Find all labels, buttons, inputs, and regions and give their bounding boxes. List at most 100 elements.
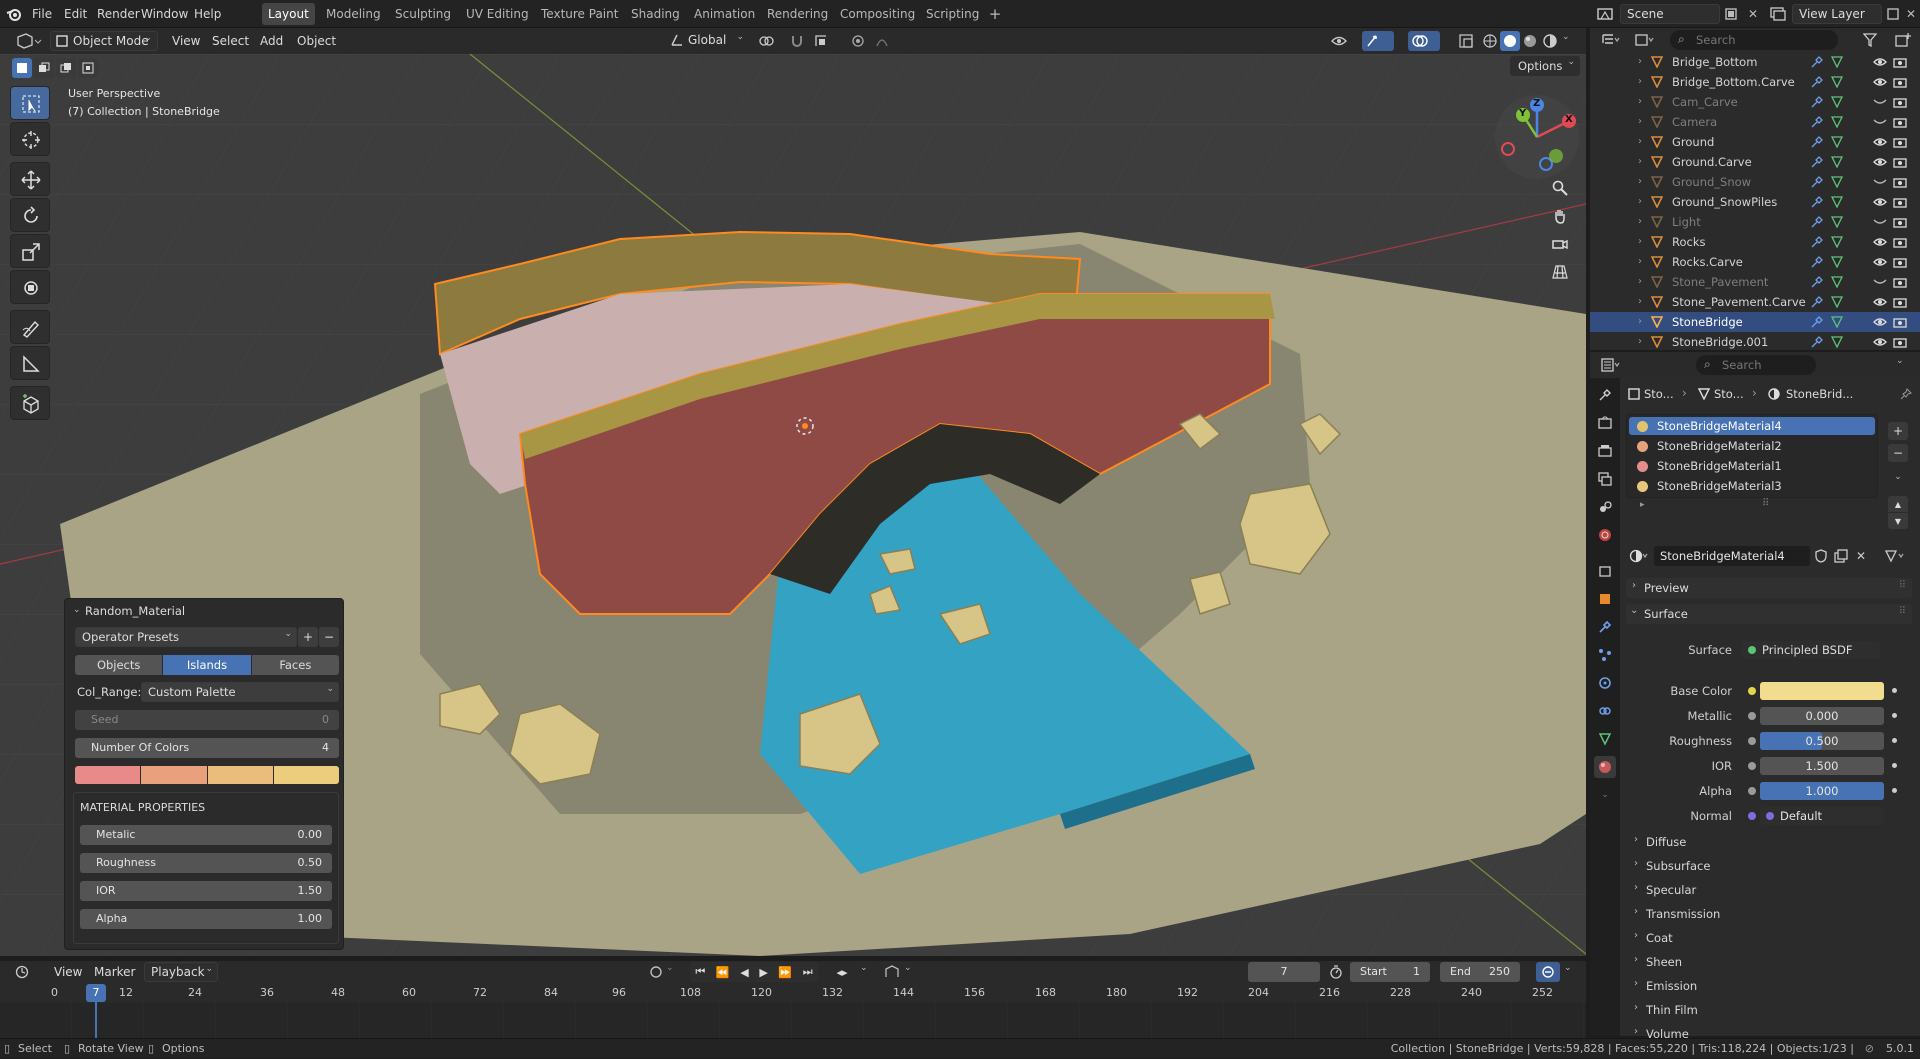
modifier-wrench-icon[interactable]	[1810, 95, 1824, 109]
view-layer-icon[interactable]	[1766, 5, 1790, 23]
render-camera-icon[interactable]	[1892, 215, 1908, 229]
tabs-more-chevron-icon[interactable]: ⌄	[1594, 784, 1616, 806]
disclosure-icon[interactable]: ›	[1638, 92, 1642, 112]
outliner-item[interactable]: › Bridge_Bottom	[1590, 52, 1920, 72]
disclosure-icon[interactable]: ›	[1638, 152, 1642, 172]
object-mode-dropdown[interactable]: Object Mode ⌄	[50, 31, 158, 51]
annotate-tool[interactable]	[10, 310, 50, 344]
new-collection-icon[interactable]	[1892, 30, 1914, 50]
shading-options-chevron-icon[interactable]: ⌄	[1562, 32, 1570, 42]
material-shading-icon[interactable]	[1520, 31, 1540, 51]
mesh-data-icon[interactable]	[1830, 275, 1844, 289]
visibility-eye-icon[interactable]	[1872, 235, 1888, 249]
menu-render[interactable]: Render	[97, 5, 140, 23]
seed-field[interactable]: Seed 0	[75, 710, 339, 730]
tab-rendering[interactable]: Rendering	[761, 3, 834, 25]
auto-key-chevron-icon[interactable]: ⌄	[904, 963, 912, 973]
frame-step-chevron-icon[interactable]: ⌄	[860, 963, 868, 973]
disclosure-icon[interactable]: ›	[1638, 272, 1642, 292]
disclosure-icon[interactable]: ›	[1638, 232, 1642, 252]
render-camera-icon[interactable]	[1892, 135, 1908, 149]
move-slot-up-icon[interactable]: ▲	[1888, 496, 1908, 512]
col-range-dropdown[interactable]: Custom Palette ⌄	[141, 682, 339, 702]
modifier-wrench-icon[interactable]	[1810, 255, 1824, 269]
material-name-field[interactable]: StoneBridgeMaterial4	[1654, 546, 1810, 566]
jump-start-icon[interactable]: ⏮	[695, 965, 705, 979]
scene-selector[interactable]: Scene	[1620, 4, 1720, 24]
outliner-item[interactable]: › Rocks	[1590, 232, 1920, 252]
visibility-eye-icon[interactable]	[1872, 55, 1888, 69]
render-camera-icon[interactable]	[1892, 295, 1908, 309]
delete-scene-icon[interactable]: ✕	[1744, 5, 1762, 23]
menu-add[interactable]: Add	[256, 31, 287, 51]
disclosure-icon[interactable]: ›	[1638, 112, 1642, 132]
end-frame-field[interactable]: End 250	[1440, 962, 1520, 982]
palette-swatch-3[interactable]	[207, 766, 274, 784]
tab-animation[interactable]: Animation	[688, 3, 761, 25]
roughness-field[interactable]: Roughness 0.50	[80, 853, 332, 873]
snap-icon[interactable]	[786, 31, 808, 51]
number-of-colors-field[interactable]: Number Of Colors 4	[75, 738, 339, 758]
mesh-data-icon[interactable]	[1830, 115, 1844, 129]
sub-section-header[interactable]: › Transmission	[1634, 904, 1904, 924]
tab-scripting[interactable]: Scripting	[920, 3, 985, 25]
outliner-item[interactable]: › Ground.Carve	[1590, 152, 1920, 172]
render-camera-icon[interactable]	[1892, 175, 1908, 189]
material-slot[interactable]: StoneBridgeMaterial4	[1629, 417, 1875, 435]
xray-toggle-icon[interactable]	[1456, 31, 1476, 51]
sub-section-header[interactable]: › Diffuse	[1634, 832, 1904, 852]
sub-section-header[interactable]: › Thin Film	[1634, 1000, 1904, 1020]
sub-section-header[interactable]: › Specular	[1634, 880, 1904, 900]
add-cube-tool[interactable]	[10, 386, 50, 420]
physics-tab-icon[interactable]	[1594, 672, 1616, 694]
modifier-wrench-icon[interactable]	[1810, 215, 1824, 229]
mode-islands-button[interactable]: Islands	[163, 655, 252, 675]
transform-orientation-dropdown[interactable]: Global ⌄	[668, 31, 746, 51]
menu-select[interactable]: Select	[208, 31, 253, 51]
outliner-item[interactable]: › Stone_Pavement	[1590, 272, 1920, 292]
visibility-eye-icon[interactable]	[1872, 255, 1888, 269]
tab-uv-editing[interactable]: UV Editing	[460, 3, 535, 25]
current-frame-field[interactable]: 7	[1248, 962, 1320, 982]
world-tab-icon[interactable]	[1594, 524, 1616, 546]
filter-icon[interactable]	[1858, 30, 1886, 50]
mesh-data-icon[interactable]	[1830, 215, 1844, 229]
view-layer-selector[interactable]: View Layer	[1792, 4, 1882, 24]
constraints-tab-icon[interactable]	[1594, 700, 1616, 722]
properties-search-input[interactable]: ⌕ Search	[1696, 355, 1816, 375]
visibility-filter-icon[interactable]	[1328, 31, 1360, 51]
mesh-data-icon[interactable]	[1830, 335, 1844, 349]
timeline-menu-marker[interactable]: Marker	[90, 962, 139, 982]
prev-keyframe-icon[interactable]: ⏪	[716, 966, 730, 979]
keyframe-dot-icon[interactable]	[1892, 763, 1897, 768]
timeline-track[interactable]	[0, 1003, 1586, 1038]
mode-faces-button[interactable]: Faces	[251, 655, 339, 675]
play-icon[interactable]: ▶	[759, 966, 767, 979]
outliner-item[interactable]: › Rocks.Carve	[1590, 252, 1920, 272]
outliner-search-input[interactable]: ⌕ Search	[1670, 30, 1838, 50]
render-camera-icon[interactable]	[1892, 115, 1908, 129]
pan-hand-icon[interactable]	[1548, 204, 1572, 228]
remove-slot-icon[interactable]: −	[1888, 444, 1908, 462]
link-mode-icon[interactable]	[1880, 546, 1910, 566]
transform-tool[interactable]	[10, 270, 50, 304]
play-reverse-icon[interactable]: ◀	[740, 966, 748, 979]
measure-tool[interactable]	[10, 346, 50, 380]
modifier-wrench-icon[interactable]	[1810, 175, 1824, 189]
hidden-eye-icon[interactable]	[1872, 115, 1888, 129]
cursor-tool[interactable]	[10, 122, 50, 156]
rendered-shading-icon[interactable]	[1540, 31, 1560, 51]
visibility-eye-icon[interactable]	[1872, 195, 1888, 209]
pivot-point-icon[interactable]	[754, 31, 784, 51]
editor-type-icon[interactable]	[14, 31, 44, 51]
sub-section-header[interactable]: › Sheen	[1634, 952, 1904, 972]
modifier-wrench-icon[interactable]	[1810, 235, 1824, 249]
mesh-data-icon[interactable]	[1830, 155, 1844, 169]
operator-presets-dropdown[interactable]: Operator Presets ⌄	[75, 627, 297, 647]
disclosure-icon[interactable]: ›	[1638, 292, 1642, 312]
disclosure-icon[interactable]: ›	[1638, 72, 1642, 92]
outliner-item[interactable]: › StoneBridge	[1590, 312, 1920, 332]
palette-swatch-1[interactable]	[75, 766, 142, 784]
disclosure-icon[interactable]: ›	[1638, 192, 1642, 212]
palette-swatch-2[interactable]	[141, 766, 208, 784]
